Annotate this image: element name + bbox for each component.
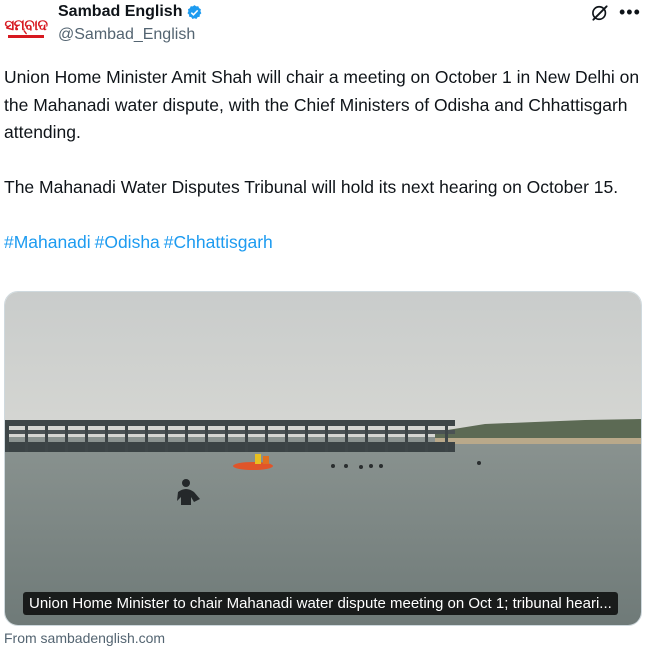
hashtag-link[interactable]: #Odisha <box>95 232 160 252</box>
hashtag-link[interactable]: #Chhattisgarh <box>164 232 273 252</box>
account-handle[interactable]: @Sambad_English <box>58 26 195 44</box>
display-name-row[interactable]: Sambad English <box>58 3 203 21</box>
grok-icon[interactable] <box>590 3 610 23</box>
display-name[interactable]: Sambad English <box>58 3 182 21</box>
hashtag-link[interactable]: #Mahanadi <box>4 232 91 252</box>
link-card-image[interactable]: Union Home Minister to chair Mahanadi wa… <box>4 291 642 626</box>
tweet-paragraph-2: The Mahanadi Water Disputes Tribunal wil… <box>4 177 619 197</box>
hashtag-list: #Mahanadi #Odisha #Chhattisgarh <box>4 229 649 257</box>
tweet-paragraph-1: Union Home Minister Amit Shah will chair… <box>4 67 640 142</box>
link-source[interactable]: From sambadenglish.com <box>4 630 165 646</box>
card-caption: Union Home Minister to chair Mahanadi wa… <box>23 592 618 615</box>
avatar[interactable]: ସମ୍ବାଦ <box>4 10 48 40</box>
avatar-logo-text: ସମ୍ବାଦ <box>4 16 48 34</box>
more-options-icon[interactable]: ••• <box>619 2 641 23</box>
verified-badge-icon <box>187 4 202 19</box>
river-scene-image <box>5 292 641 625</box>
avatar-logo-bar <box>8 35 44 38</box>
tweet-body: Union Home Minister Amit Shah will chair… <box>4 64 649 284</box>
